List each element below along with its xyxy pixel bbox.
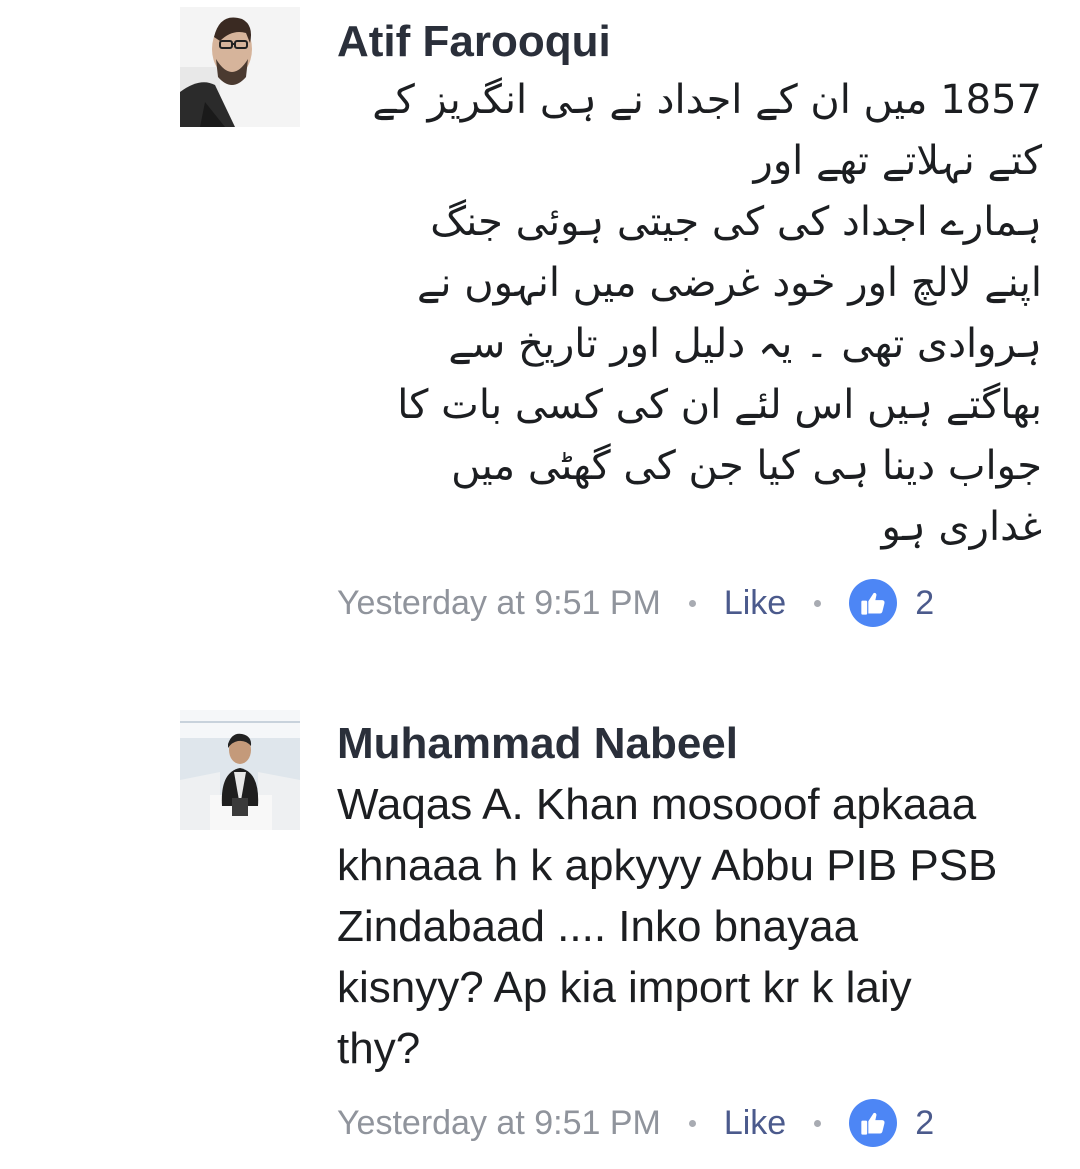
comment-text-line: thy? [337, 1024, 421, 1073]
avatar-image [180, 710, 300, 830]
comment-timestamp[interactable]: Yesterday at 9:51 PM [337, 1104, 661, 1143]
comment-author[interactable]: Atif Farooqui [337, 16, 611, 68]
comment-meta: Yesterday at 9:51 PM Like 2 [337, 578, 934, 628]
comment-timestamp[interactable]: Yesterday at 9:51 PM [337, 584, 661, 623]
like-button[interactable]: Like [724, 584, 786, 623]
comment-text-line: khnaaa h k apkyyy Abbu PIB PSB [337, 841, 998, 890]
comment-meta: Yesterday at 9:51 PM Like 2 [337, 1098, 934, 1148]
avatar[interactable] [180, 7, 300, 127]
comment-body: 1857 میں ان کے اجداد نے ہی انگریز کے کتے… [342, 70, 1042, 558]
separator-dot [688, 1119, 696, 1127]
thumbs-up-icon[interactable] [849, 1099, 898, 1147]
separator-dot [814, 599, 822, 607]
thumbs-up-glyph [861, 592, 885, 615]
avatar-image [180, 7, 300, 127]
comment-text-line: غداری ہو [881, 504, 1042, 550]
separator-dot [814, 1119, 822, 1127]
reaction-count[interactable]: 2 [915, 1104, 934, 1143]
comment-item: Muhammad Nabeel Waqas A. Khan mosooof ap… [0, 700, 1080, 1169]
comment-text-line: جواب دینا ہی کیا جن کی گھٹی میں [451, 443, 1042, 489]
comment-text-line: Waqas A. Khan mosooof apkaaa [337, 780, 977, 829]
comment-text-line: بھاگتے ہیں اس لئے ان کی کسی بات کا [397, 382, 1042, 428]
comment-text-line: Zindabaad .... Inko bnayaa [337, 902, 859, 951]
comment-text-line: ہمارے اجداد کی کی جیتی ہوئی جنگ [430, 199, 1042, 245]
like-button[interactable]: Like [724, 1104, 786, 1143]
reaction-count[interactable]: 2 [915, 584, 934, 623]
thumbs-up-icon[interactable] [849, 579, 898, 627]
comment-item: Atif Farooqui 1857 میں ان کے اجداد نے ہی… [0, 0, 1080, 650]
separator-dot [688, 599, 696, 607]
comment-author[interactable]: Muhammad Nabeel [337, 718, 738, 770]
avatar[interactable] [180, 710, 300, 830]
thumbs-up-glyph [861, 1112, 885, 1135]
comment-text-line: ہروادی تھی ۔ یہ دلیل اور تاریخ سے [448, 321, 1042, 367]
comment-body: Waqas A. Khan mosooof apkaaa khnaaa h k … [337, 774, 1057, 1079]
comment-text-line: اپنے لالچ اور خود غرضی میں انہوں نے [416, 260, 1042, 306]
comment-text-line: kisnyy? Ap kia import kr k laiy [337, 963, 912, 1012]
comment-text-line: کتے نہلاتے تھے اور [753, 138, 1042, 184]
comment-text-line: 1857 میں ان کے اجداد نے ہی انگریز کے [372, 77, 1042, 123]
